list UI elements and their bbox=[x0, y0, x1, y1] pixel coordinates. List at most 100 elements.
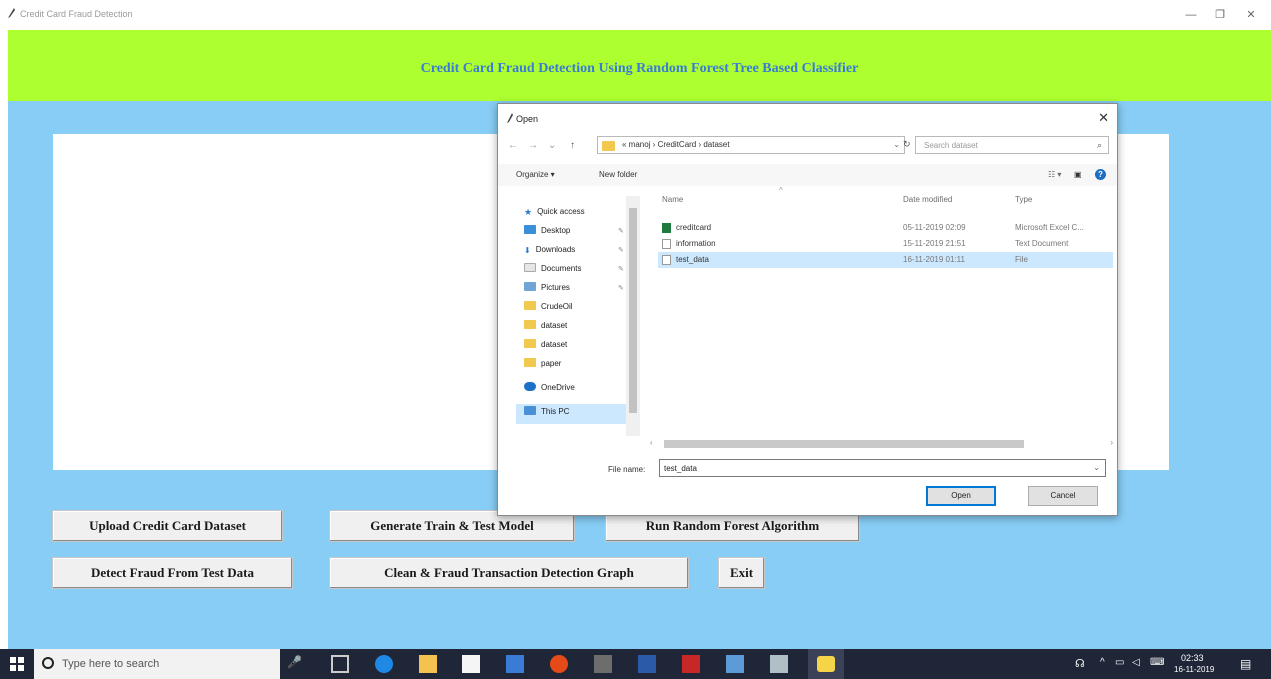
maximize-button[interactable]: ❐ bbox=[1205, 6, 1235, 24]
dialog-close-icon[interactable]: ✕ bbox=[1098, 110, 1109, 126]
nav-scrollbar-thumb[interactable] bbox=[629, 208, 637, 413]
scroll-right-icon[interactable]: › bbox=[1110, 438, 1113, 447]
file-name-label: File name: bbox=[608, 465, 646, 474]
nav-desktop[interactable]: Desktop bbox=[524, 223, 570, 243]
clock-time[interactable]: 02:33 bbox=[1181, 653, 1204, 663]
view-options-icon[interactable]: ☷ ▾ bbox=[1048, 170, 1061, 179]
forward-arrow-icon[interactable]: → bbox=[528, 140, 538, 151]
microphone-icon[interactable]: 🎤 bbox=[287, 655, 305, 673]
detect-fraud-button[interactable]: Detect Fraud From Test Data bbox=[52, 557, 293, 589]
exit-button[interactable]: Exit bbox=[718, 557, 765, 589]
keyboard-icon[interactable]: ⌨ bbox=[1150, 657, 1164, 668]
app-icon[interactable] bbox=[770, 655, 788, 673]
nav-paper[interactable]: paper bbox=[524, 356, 561, 376]
open-button[interactable]: Open bbox=[926, 486, 996, 506]
refresh-icon[interactable]: ↻ bbox=[903, 139, 911, 150]
help-icon[interactable]: ? bbox=[1095, 169, 1106, 180]
nav-dataset-1[interactable]: dataset bbox=[524, 318, 567, 338]
open-file-dialog: Open ✕ ← → ⌄ ↑ « manoj › CreditCard › da… bbox=[497, 103, 1118, 516]
address-bar[interactable]: « manoj › CreditCard › dataset ⌄ bbox=[597, 136, 905, 154]
column-header-type[interactable]: Type bbox=[1015, 195, 1032, 204]
clock-date[interactable]: 16-11-2019 bbox=[1174, 665, 1214, 674]
excel-file-icon bbox=[662, 223, 671, 233]
search-input[interactable]: Search dataset ⌕ bbox=[915, 136, 1109, 154]
app-title-bar: Credit Card Fraud Detection — ❐ ✕ bbox=[0, 0, 1271, 30]
dialog-toolbar: Organize ▾ New folder ☷ ▾ ▣ ? bbox=[498, 164, 1117, 186]
python-app-icon[interactable] bbox=[808, 649, 844, 679]
pin-icon: ✎ bbox=[618, 266, 624, 273]
minimize-button[interactable]: — bbox=[1176, 6, 1206, 24]
column-header-date[interactable]: Date modified bbox=[903, 195, 952, 204]
pictures-icon bbox=[524, 282, 536, 291]
text-file-icon bbox=[662, 239, 671, 249]
chrome-icon[interactable] bbox=[550, 655, 568, 673]
network-icon[interactable]: ▭ bbox=[1115, 657, 1124, 668]
file-list-scrollbar-thumb[interactable] bbox=[664, 440, 1024, 448]
nav-downloads[interactable]: ⬇ Downloads bbox=[524, 242, 575, 262]
file-list-scrollbar[interactable]: ‹ › bbox=[648, 438, 1115, 450]
new-folder-button[interactable]: New folder bbox=[599, 170, 637, 179]
task-view-icon[interactable] bbox=[331, 655, 349, 673]
address-row: ← → ⌄ ↑ « manoj › CreditCard › dataset ⌄… bbox=[498, 134, 1117, 158]
cloud-icon bbox=[524, 382, 536, 391]
computer-icon bbox=[524, 406, 536, 415]
preview-pane-icon[interactable]: ▣ bbox=[1074, 170, 1082, 179]
store-icon[interactable] bbox=[462, 655, 480, 673]
cancel-button[interactable]: Cancel bbox=[1028, 486, 1098, 506]
pin-icon: ✎ bbox=[618, 247, 624, 254]
feather-icon bbox=[507, 113, 513, 123]
navigation-pane: ★ Quick access Desktop ✎ ⬇ Downloads ✎ Doc… bbox=[512, 192, 638, 452]
recent-chevron-icon[interactable]: ⌄ bbox=[548, 140, 556, 151]
file-row-selected[interactable]: test_data 16-11-2019 01:11 File bbox=[658, 252, 1113, 268]
notifications-icon[interactable]: ▤ bbox=[1240, 657, 1251, 671]
breadcrumb: « manoj › CreditCard › dataset bbox=[622, 140, 730, 149]
nav-this-pc[interactable]: This PC bbox=[516, 404, 626, 424]
dialog-title: Open bbox=[516, 114, 539, 124]
file-name-input[interactable]: test_data ⌄ bbox=[659, 459, 1106, 477]
nav-onedrive[interactable]: OneDrive bbox=[524, 380, 575, 400]
people-icon[interactable]: ☊ bbox=[1075, 657, 1085, 670]
nav-pictures[interactable]: Pictures bbox=[524, 280, 570, 300]
folder-icon bbox=[524, 320, 536, 329]
dropdown-chevron-icon[interactable]: ⌄ bbox=[893, 140, 900, 149]
upload-dataset-button[interactable]: Upload Credit Card Dataset bbox=[52, 510, 283, 542]
taskbar: Type here to search 🎤 ☊ ^ ▭ ◁ ⌨ 02:33 16… bbox=[0, 649, 1271, 679]
nav-quick-access[interactable]: ★ Quick access bbox=[524, 204, 585, 224]
terminal-icon[interactable] bbox=[594, 655, 612, 673]
tray-overflow-icon[interactable]: ^ bbox=[1100, 657, 1105, 668]
back-arrow-icon[interactable]: ← bbox=[508, 140, 518, 151]
taskbar-search-box[interactable]: Type here to search bbox=[34, 649, 280, 679]
nav-scrollbar[interactable] bbox=[626, 196, 640, 436]
close-button[interactable]: ✕ bbox=[1236, 6, 1266, 24]
dropdown-chevron-icon[interactable]: ⌄ bbox=[1093, 463, 1100, 472]
fraud-graph-button[interactable]: Clean & Fraud Transaction Detection Grap… bbox=[329, 557, 689, 589]
mail-icon[interactable] bbox=[506, 655, 524, 673]
column-header-name[interactable]: Name bbox=[662, 195, 683, 204]
file-row[interactable]: information 15-11-2019 21:51 Text Docume… bbox=[658, 236, 1113, 252]
pin-icon: ✎ bbox=[618, 228, 624, 235]
windows-start-icon[interactable] bbox=[10, 657, 24, 671]
desktop-icon bbox=[524, 225, 536, 234]
nav-crudeoil[interactable]: CrudeOil bbox=[524, 299, 573, 319]
cortana-icon bbox=[42, 657, 54, 669]
file-explorer-icon[interactable] bbox=[419, 655, 437, 673]
up-arrow-icon[interactable]: ↑ bbox=[570, 140, 575, 151]
folder-icon bbox=[524, 301, 536, 310]
file-name-value: test_data bbox=[664, 464, 697, 473]
edge-icon[interactable] bbox=[375, 655, 393, 673]
scroll-left-icon[interactable]: ‹ bbox=[650, 438, 653, 447]
app-icon[interactable] bbox=[682, 655, 700, 673]
word-icon[interactable] bbox=[638, 655, 656, 673]
app-icon[interactable] bbox=[726, 655, 744, 673]
desktop-screen: Credit Card Fraud Detection — ❐ ✕ Credit… bbox=[0, 0, 1271, 679]
file-icon bbox=[662, 255, 671, 265]
file-row[interactable]: creditcard 05-11-2019 02:09 Microsoft Ex… bbox=[658, 220, 1113, 236]
nav-documents[interactable]: Documents bbox=[524, 261, 581, 281]
organize-menu[interactable]: Organize ▾ bbox=[516, 170, 555, 179]
search-placeholder: Search dataset bbox=[924, 141, 978, 150]
volume-icon[interactable]: ◁ bbox=[1132, 657, 1140, 668]
search-icon: ⌕ bbox=[1096, 140, 1102, 150]
nav-dataset-2[interactable]: dataset bbox=[524, 337, 567, 357]
folder-icon bbox=[524, 358, 536, 367]
documents-icon bbox=[524, 263, 536, 272]
